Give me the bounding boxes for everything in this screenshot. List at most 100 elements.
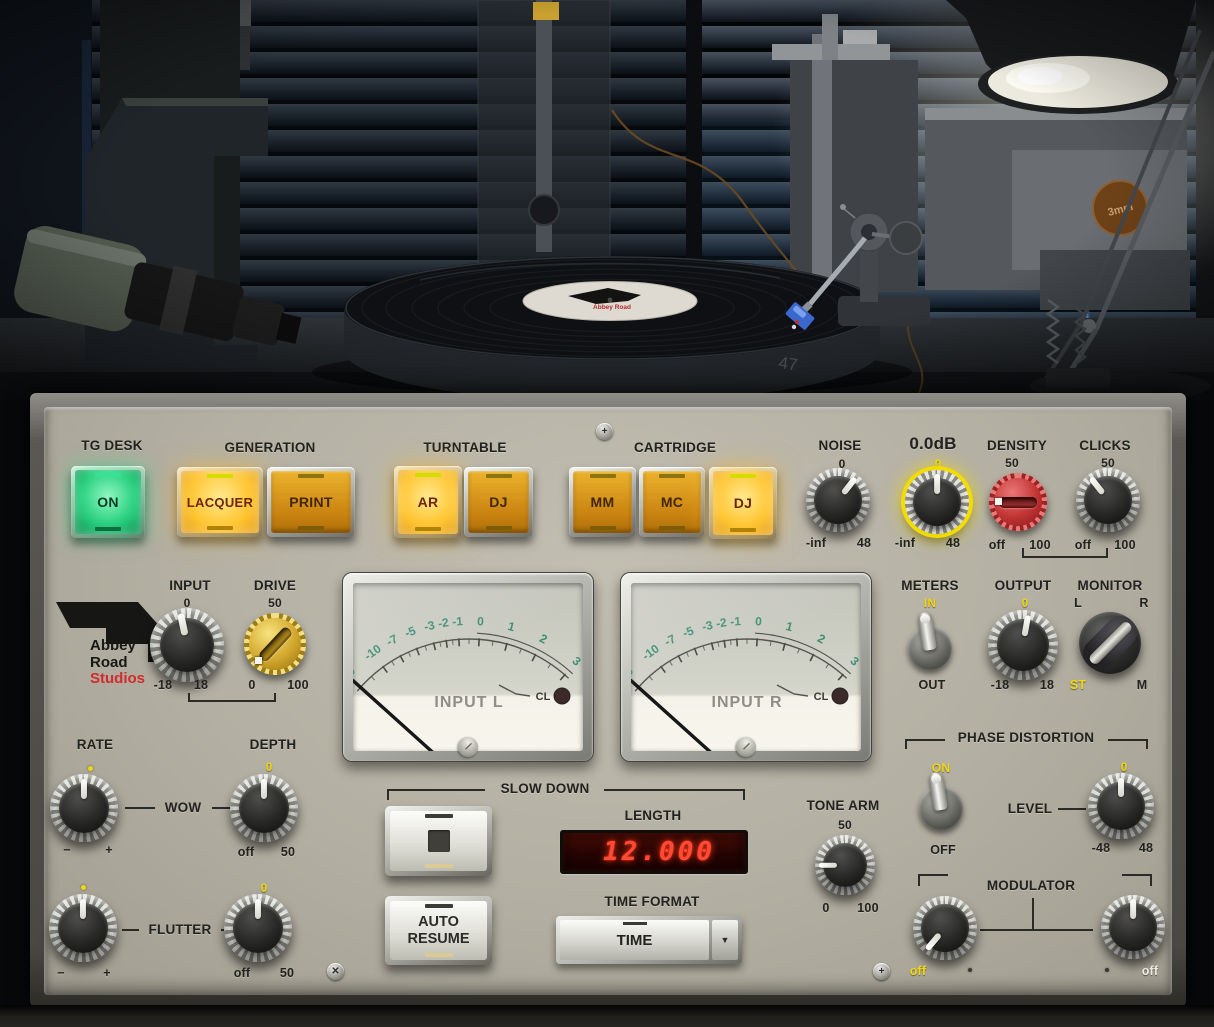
- bracket-line: [274, 693, 276, 701]
- modulator-right-max: off: [1142, 964, 1159, 978]
- tg-desk-on-button[interactable]: ON: [71, 466, 145, 538]
- meters-toggle[interactable]: [908, 626, 952, 670]
- monitor-m: M: [1137, 678, 1148, 692]
- monitor-st: ST: [1070, 678, 1086, 692]
- time-format-dropdown[interactable]: TIME ▼: [556, 916, 742, 964]
- monitor-label: MONITOR: [1078, 578, 1143, 593]
- connector-line: [1058, 808, 1086, 810]
- cartridge-dj-button[interactable]: DJ: [709, 467, 777, 539]
- turntable-label: TURNTABLE: [423, 440, 506, 455]
- level-knob[interactable]: [1088, 773, 1154, 839]
- bracket-line: [905, 739, 907, 749]
- connector-line: [980, 929, 1093, 931]
- time-format-value[interactable]: TIME: [560, 920, 709, 960]
- stop-icon: [428, 830, 450, 852]
- vu-meter-right: -20-10-7-5-3-2-10123 INPUT R CL /: [620, 572, 872, 762]
- phase-distortion-toggle[interactable]: [919, 786, 963, 830]
- flutter-depth-knob[interactable]: [224, 894, 292, 962]
- brand-line2: Road: [90, 655, 145, 672]
- cartridge-mc-button[interactable]: MC: [639, 467, 705, 537]
- length-display[interactable]: 12.000: [560, 830, 748, 874]
- generation-print-button[interactable]: PRINT: [267, 467, 355, 537]
- bracket-line: [1122, 874, 1152, 876]
- density-knob[interactable]: [989, 473, 1047, 531]
- tone-arm-knob[interactable]: [815, 835, 875, 895]
- bracket-line: [604, 789, 745, 791]
- slow-down-stop-button[interactable]: [385, 806, 492, 876]
- tone-arm-top: 50: [838, 818, 852, 832]
- generation-lacquer-button[interactable]: LACQUER: [177, 467, 263, 537]
- chevron-down-icon[interactable]: ▼: [712, 920, 738, 960]
- density-label: DENSITY: [987, 438, 1047, 453]
- knob-pointer: [261, 779, 267, 799]
- value-dot: [88, 766, 93, 771]
- wow-depth-min: off: [238, 845, 255, 859]
- flutter-rate-min: −: [57, 966, 65, 980]
- modulator-left-knob[interactable]: [913, 896, 977, 960]
- tg-desk-label: TG DESK: [81, 438, 142, 453]
- bracket-line: [918, 874, 920, 886]
- clicks-knob[interactable]: [1076, 468, 1140, 532]
- wow-rate-knob[interactable]: [50, 774, 118, 842]
- noise-knob[interactable]: [806, 468, 870, 532]
- bracket-line: [743, 789, 745, 800]
- input-min: -18: [154, 678, 173, 692]
- value-dot: [81, 885, 86, 890]
- readout-max: 48: [946, 536, 960, 550]
- auto-resume-line2: RESUME: [407, 931, 469, 948]
- output-top-tick: 0: [1022, 596, 1029, 610]
- connector-line: [125, 807, 155, 809]
- brand-line1: Abbey: [90, 638, 145, 655]
- flutter-depth-min: off: [234, 966, 251, 980]
- bracket-line: [188, 693, 190, 701]
- meters-out-label: OUT: [919, 678, 946, 692]
- level-max: 48: [1139, 841, 1153, 855]
- knob-pointer: [255, 899, 261, 919]
- auto-resume-button[interactable]: AUTO RESUME: [385, 896, 492, 965]
- output-knob[interactable]: [988, 610, 1058, 680]
- generation-label: GENERATION: [224, 440, 315, 455]
- knob-pointer: [1130, 899, 1136, 918]
- wow-label: WOW: [165, 800, 202, 815]
- noise-label: NOISE: [818, 438, 861, 453]
- noise-min: -inf: [806, 536, 826, 550]
- tone-arm-max: 100: [857, 901, 878, 915]
- flutter-rate-knob[interactable]: [49, 894, 117, 962]
- flutter-depth-max: 50: [280, 966, 294, 980]
- bracket-line: [188, 700, 276, 702]
- drive-knob[interactable]: [244, 613, 306, 675]
- wow-depth-max: 50: [281, 845, 295, 859]
- wow-depth-knob[interactable]: [230, 774, 298, 842]
- flutter-label: FLUTTER: [149, 922, 212, 937]
- meters-in-label: IN: [924, 596, 936, 610]
- length-value: 12.000: [603, 837, 715, 867]
- knob-pointer: [925, 933, 942, 951]
- readout-min: -inf: [895, 536, 915, 550]
- monitor-knob[interactable]: [1079, 612, 1141, 674]
- wow-rate-min: −: [63, 843, 71, 857]
- knob-pointer: [177, 613, 188, 636]
- brand-line3: Studios: [90, 671, 145, 688]
- modulator-right-knob[interactable]: [1101, 895, 1165, 959]
- bracket-line: [387, 789, 389, 800]
- bracket-line: [918, 874, 948, 876]
- time-format-label: TIME FORMAT: [605, 894, 700, 909]
- turntable-ar-button[interactable]: AR: [394, 466, 462, 538]
- noise-level-knob[interactable]: [905, 470, 969, 534]
- value-dot: [1105, 968, 1109, 972]
- level-top: 0: [1121, 760, 1128, 774]
- flutter-depth-top: 0: [261, 881, 268, 895]
- connector-line: [212, 807, 232, 809]
- clicks-max: 100: [1114, 538, 1135, 552]
- turntable-dj-button[interactable]: DJ: [464, 467, 533, 537]
- cartridge-mm-button[interactable]: MM: [569, 467, 636, 537]
- density-min: off: [989, 538, 1006, 552]
- meters-label: METERS: [901, 578, 958, 593]
- monitor-l: L: [1074, 596, 1082, 610]
- tg-desk-on-face[interactable]: ON: [75, 470, 141, 534]
- input-knob[interactable]: [150, 608, 224, 682]
- input-max: 18: [194, 678, 208, 692]
- knob-pointer: [934, 474, 940, 493]
- connector-line: [1032, 898, 1034, 930]
- flutter-rate-max: +: [103, 966, 111, 980]
